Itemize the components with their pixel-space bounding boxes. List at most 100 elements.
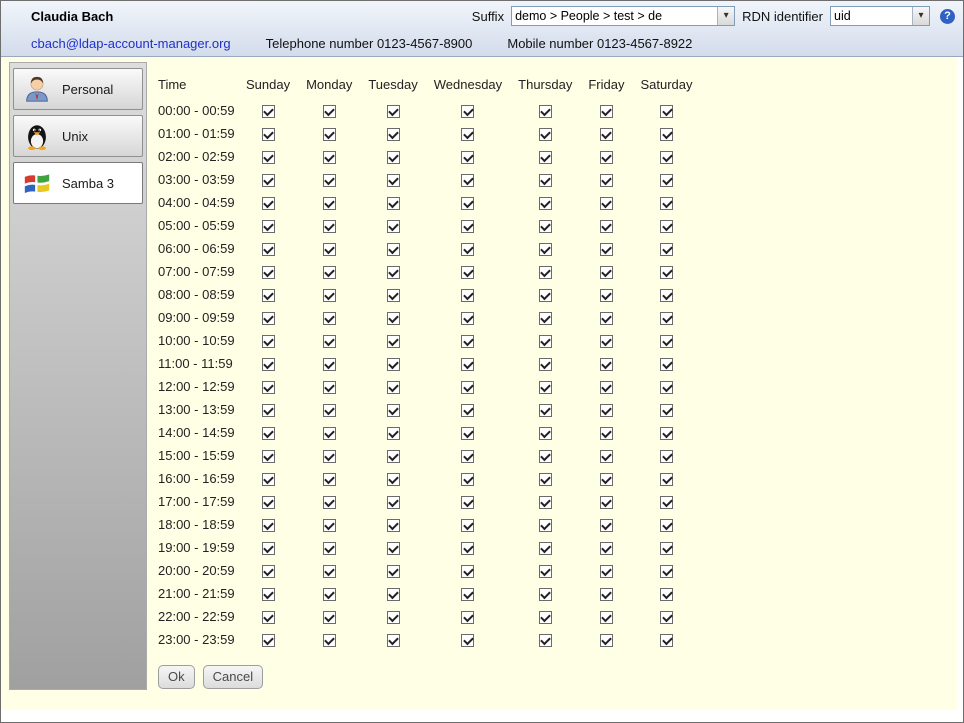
logon-hour-checkbox-thursday-20[interactable] <box>539 565 552 578</box>
logon-hour-checkbox-monday-17[interactable] <box>323 496 336 509</box>
logon-hour-checkbox-wednesday-13[interactable] <box>461 404 474 417</box>
logon-hour-checkbox-monday-20[interactable] <box>323 565 336 578</box>
logon-hour-checkbox-friday-13[interactable] <box>600 404 613 417</box>
logon-hour-checkbox-saturday-17[interactable] <box>660 496 673 509</box>
cancel-button[interactable]: Cancel <box>203 665 263 689</box>
logon-hour-checkbox-wednesday-20[interactable] <box>461 565 474 578</box>
tab-samba3[interactable]: Samba 3 <box>13 162 143 204</box>
logon-hour-checkbox-thursday-07[interactable] <box>539 266 552 279</box>
logon-hour-checkbox-tuesday-12[interactable] <box>387 381 400 394</box>
logon-hour-checkbox-sunday-00[interactable] <box>262 105 275 118</box>
logon-hour-checkbox-tuesday-11[interactable] <box>387 358 400 371</box>
logon-hour-checkbox-saturday-16[interactable] <box>660 473 673 486</box>
logon-hour-checkbox-wednesday-14[interactable] <box>461 427 474 440</box>
logon-hour-checkbox-tuesday-13[interactable] <box>387 404 400 417</box>
logon-hour-checkbox-thursday-08[interactable] <box>539 289 552 302</box>
logon-hour-checkbox-tuesday-05[interactable] <box>387 220 400 233</box>
logon-hour-checkbox-monday-02[interactable] <box>323 151 336 164</box>
logon-hour-checkbox-thursday-15[interactable] <box>539 450 552 463</box>
logon-hour-checkbox-tuesday-20[interactable] <box>387 565 400 578</box>
logon-hour-checkbox-thursday-12[interactable] <box>539 381 552 394</box>
logon-hour-checkbox-friday-20[interactable] <box>600 565 613 578</box>
logon-hour-checkbox-sunday-17[interactable] <box>262 496 275 509</box>
logon-hour-checkbox-tuesday-17[interactable] <box>387 496 400 509</box>
logon-hour-checkbox-wednesday-11[interactable] <box>461 358 474 371</box>
logon-hour-checkbox-tuesday-14[interactable] <box>387 427 400 440</box>
logon-hour-checkbox-saturday-06[interactable] <box>660 243 673 256</box>
logon-hour-checkbox-wednesday-15[interactable] <box>461 450 474 463</box>
logon-hour-checkbox-thursday-01[interactable] <box>539 128 552 141</box>
logon-hour-checkbox-saturday-19[interactable] <box>660 542 673 555</box>
logon-hour-checkbox-monday-13[interactable] <box>323 404 336 417</box>
logon-hour-checkbox-friday-08[interactable] <box>600 289 613 302</box>
logon-hour-checkbox-sunday-07[interactable] <box>262 266 275 279</box>
logon-hour-checkbox-friday-12[interactable] <box>600 381 613 394</box>
logon-hour-checkbox-monday-19[interactable] <box>323 542 336 555</box>
logon-hour-checkbox-tuesday-23[interactable] <box>387 634 400 647</box>
logon-hour-checkbox-friday-01[interactable] <box>600 128 613 141</box>
logon-hour-checkbox-saturday-21[interactable] <box>660 588 673 601</box>
logon-hour-checkbox-sunday-01[interactable] <box>262 128 275 141</box>
logon-hour-checkbox-monday-03[interactable] <box>323 174 336 187</box>
logon-hour-checkbox-thursday-02[interactable] <box>539 151 552 164</box>
logon-hour-checkbox-tuesday-18[interactable] <box>387 519 400 532</box>
logon-hour-checkbox-sunday-02[interactable] <box>262 151 275 164</box>
logon-hour-checkbox-monday-15[interactable] <box>323 450 336 463</box>
logon-hour-checkbox-tuesday-04[interactable] <box>387 197 400 210</box>
logon-hour-checkbox-monday-00[interactable] <box>323 105 336 118</box>
logon-hour-checkbox-saturday-18[interactable] <box>660 519 673 532</box>
logon-hour-checkbox-tuesday-22[interactable] <box>387 611 400 624</box>
logon-hour-checkbox-thursday-23[interactable] <box>539 634 552 647</box>
logon-hour-checkbox-saturday-11[interactable] <box>660 358 673 371</box>
logon-hour-checkbox-sunday-23[interactable] <box>262 634 275 647</box>
logon-hour-checkbox-monday-23[interactable] <box>323 634 336 647</box>
logon-hour-checkbox-thursday-17[interactable] <box>539 496 552 509</box>
logon-hour-checkbox-thursday-04[interactable] <box>539 197 552 210</box>
help-icon[interactable] <box>940 9 955 24</box>
logon-hour-checkbox-sunday-09[interactable] <box>262 312 275 325</box>
logon-hour-checkbox-monday-06[interactable] <box>323 243 336 256</box>
logon-hour-checkbox-wednesday-21[interactable] <box>461 588 474 601</box>
logon-hour-checkbox-tuesday-09[interactable] <box>387 312 400 325</box>
logon-hour-checkbox-tuesday-16[interactable] <box>387 473 400 486</box>
logon-hour-checkbox-monday-16[interactable] <box>323 473 336 486</box>
logon-hour-checkbox-monday-07[interactable] <box>323 266 336 279</box>
logon-hour-checkbox-saturday-20[interactable] <box>660 565 673 578</box>
logon-hour-checkbox-saturday-14[interactable] <box>660 427 673 440</box>
logon-hour-checkbox-wednesday-18[interactable] <box>461 519 474 532</box>
logon-hour-checkbox-thursday-22[interactable] <box>539 611 552 624</box>
logon-hour-checkbox-sunday-18[interactable] <box>262 519 275 532</box>
logon-hour-checkbox-wednesday-10[interactable] <box>461 335 474 348</box>
logon-hour-checkbox-tuesday-10[interactable] <box>387 335 400 348</box>
logon-hour-checkbox-tuesday-00[interactable] <box>387 105 400 118</box>
logon-hour-checkbox-wednesday-02[interactable] <box>461 151 474 164</box>
logon-hour-checkbox-thursday-19[interactable] <box>539 542 552 555</box>
logon-hour-checkbox-saturday-07[interactable] <box>660 266 673 279</box>
suffix-select[interactable]: demo > People > test > de <box>511 6 735 26</box>
logon-hour-checkbox-tuesday-15[interactable] <box>387 450 400 463</box>
logon-hour-checkbox-thursday-13[interactable] <box>539 404 552 417</box>
logon-hour-checkbox-friday-21[interactable] <box>600 588 613 601</box>
logon-hour-checkbox-wednesday-12[interactable] <box>461 381 474 394</box>
logon-hour-checkbox-wednesday-00[interactable] <box>461 105 474 118</box>
logon-hour-checkbox-monday-05[interactable] <box>323 220 336 233</box>
logon-hour-checkbox-sunday-11[interactable] <box>262 358 275 371</box>
logon-hour-checkbox-monday-18[interactable] <box>323 519 336 532</box>
logon-hour-checkbox-monday-04[interactable] <box>323 197 336 210</box>
logon-hour-checkbox-sunday-19[interactable] <box>262 542 275 555</box>
tab-personal[interactable]: Personal <box>13 68 143 110</box>
logon-hour-checkbox-thursday-05[interactable] <box>539 220 552 233</box>
logon-hour-checkbox-friday-10[interactable] <box>600 335 613 348</box>
rdn-identifier-select[interactable]: uid <box>830 6 930 26</box>
logon-hour-checkbox-sunday-21[interactable] <box>262 588 275 601</box>
logon-hour-checkbox-saturday-12[interactable] <box>660 381 673 394</box>
email-link[interactable]: cbach@ldap-account-manager.org <box>31 36 231 51</box>
logon-hour-checkbox-thursday-11[interactable] <box>539 358 552 371</box>
logon-hour-checkbox-thursday-00[interactable] <box>539 105 552 118</box>
logon-hour-checkbox-sunday-12[interactable] <box>262 381 275 394</box>
logon-hour-checkbox-tuesday-07[interactable] <box>387 266 400 279</box>
logon-hour-checkbox-wednesday-07[interactable] <box>461 266 474 279</box>
logon-hour-checkbox-tuesday-03[interactable] <box>387 174 400 187</box>
logon-hour-checkbox-monday-22[interactable] <box>323 611 336 624</box>
logon-hour-checkbox-friday-02[interactable] <box>600 151 613 164</box>
